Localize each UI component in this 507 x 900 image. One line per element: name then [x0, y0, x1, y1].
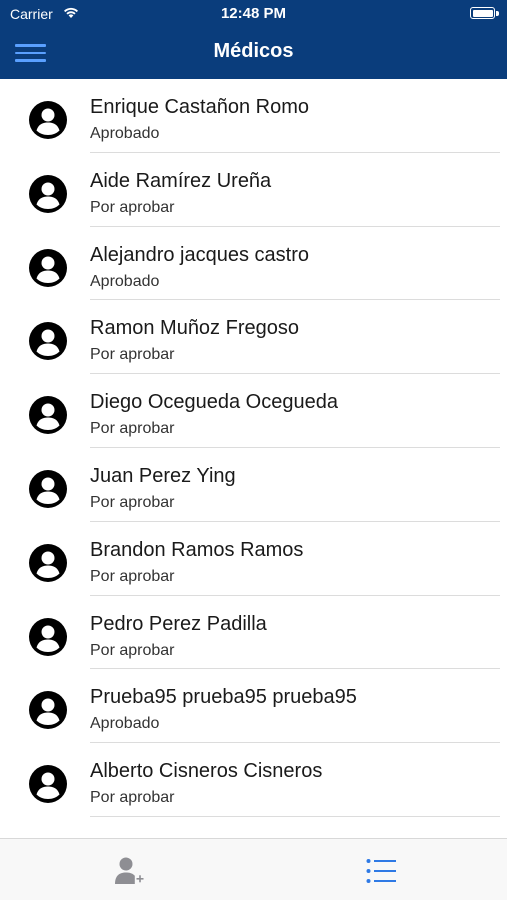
status-time: 12:48 PM	[220, 5, 287, 22]
user-avatar-icon	[29, 617, 67, 656]
list-item[interactable]: Pedro Perez Padilla Por aprobar	[0, 596, 507, 670]
list-icon[interactable]	[366, 858, 396, 884]
doctor-name: Alejandro jacques castro	[90, 243, 310, 266]
approval-status: Por aprobar	[90, 420, 175, 438]
user-avatar-icon	[29, 765, 67, 804]
user-avatar-icon	[29, 469, 67, 508]
list-item[interactable]: Alejandro jacques castro Aprobado	[0, 227, 507, 301]
approval-status: Por aprobar	[90, 198, 175, 216]
approval-status: Por aprobar	[90, 641, 175, 659]
doctor-name: Brandon Ramos Ramos	[90, 538, 304, 561]
add-user-icon[interactable]	[113, 856, 145, 886]
approval-status: Por aprobar	[90, 789, 175, 807]
doctor-name: Alberto Cisneros Cisneros	[90, 760, 323, 783]
doctor-name: Diego Ocegueda Ocegueda	[90, 391, 338, 414]
list-item-partial[interactable]	[0, 817, 507, 839]
list-item[interactable]: Ramon Muñoz Fregoso Por aprobar	[0, 300, 507, 375]
battery-icon	[470, 7, 495, 19]
approval-status: Por aprobar	[90, 346, 175, 364]
approval-status: Por aprobar	[90, 567, 175, 585]
navigation-header: Carrier 12:48 PM Médicos	[0, 0, 507, 79]
status-bar: Carrier 12:48 PM	[0, 0, 507, 28]
list-item[interactable]: Prueba95 prueba95 prueba95 Aprobado	[0, 669, 507, 744]
list-item[interactable]: Aide Ramírez Ureña Por aprobar	[0, 153, 507, 227]
user-avatar-icon	[29, 396, 67, 435]
doctor-name: Prueba95 prueba95 prueba95	[90, 686, 357, 709]
doctor-name: Juan Perez Ying	[90, 464, 236, 487]
doctor-name: Aide Ramírez Ureña	[90, 169, 272, 192]
list-item[interactable]: Enrique Castañon Romo Aprobado	[0, 79, 507, 153]
doctors-list[interactable]: Enrique Castañon Romo Aprobado Aide Ramí…	[0, 79, 507, 839]
list-item[interactable]: Brandon Ramos Ramos Por aprobar	[0, 522, 507, 596]
doctor-name: Ramon Muñoz Fregoso	[90, 317, 299, 340]
battery-tip	[496, 11, 499, 16]
user-avatar-icon	[29, 543, 67, 582]
approval-status: Aprobado	[90, 715, 160, 733]
user-avatar-icon	[29, 101, 67, 139]
list-item[interactable]: Alberto Cisneros Cisneros Por aprobar	[0, 743, 507, 817]
user-avatar-icon	[29, 322, 67, 361]
battery-level	[472, 9, 493, 17]
user-avatar-icon	[29, 248, 67, 287]
user-avatar-icon	[29, 691, 67, 730]
list-item[interactable]: Diego Ocegueda Ocegueda Por aprobar	[0, 374, 507, 448]
approval-status: Aprobado	[90, 125, 160, 142]
tab-bar	[0, 838, 507, 900]
page-title: Médicos	[213, 40, 294, 62]
user-avatar-icon	[29, 174, 67, 213]
list-item[interactable]: Juan Perez Ying Por aprobar	[0, 448, 507, 522]
doctor-name: Pedro Perez Padilla	[90, 612, 267, 635]
approval-status: Por aprobar	[90, 493, 175, 511]
doctor-name: Enrique Castañon Romo	[90, 96, 310, 118]
approval-status: Aprobado	[90, 272, 160, 290]
